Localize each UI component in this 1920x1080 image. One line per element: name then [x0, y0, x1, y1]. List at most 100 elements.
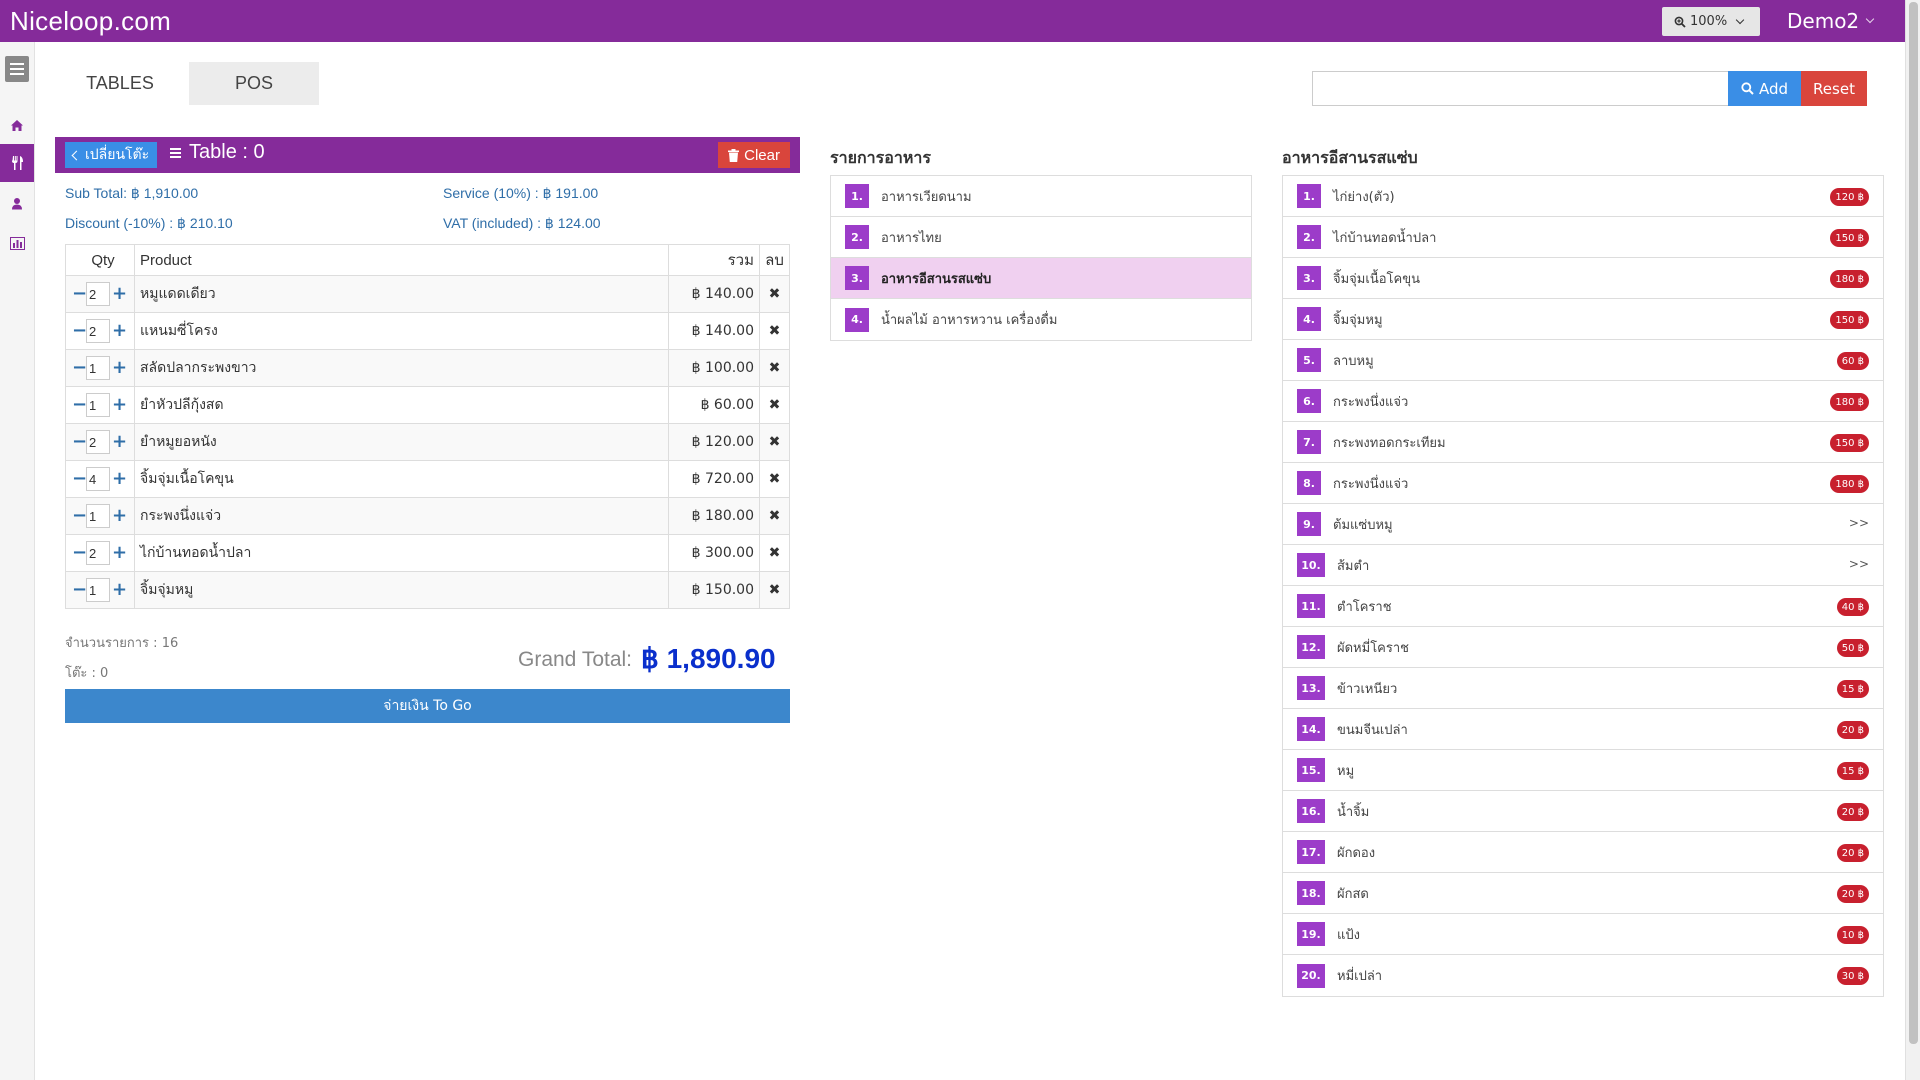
- menu-item-name: ส้มตำ: [1337, 558, 1370, 574]
- plus-icon[interactable]: +: [112, 359, 127, 377]
- remove-icon[interactable]: ✖: [759, 534, 790, 572]
- qty-input[interactable]: [86, 504, 110, 528]
- remove-icon[interactable]: ✖: [759, 571, 790, 609]
- item-number: 3.: [845, 266, 869, 290]
- category-item[interactable]: 2. อาหารไทย: [831, 217, 1251, 258]
- zoom-button[interactable]: 100%: [1662, 7, 1760, 36]
- item-number: 12.: [1297, 635, 1325, 659]
- remove-icon[interactable]: ✖: [759, 349, 790, 387]
- line-total: ฿ 100.00: [668, 349, 760, 387]
- plus-icon[interactable]: +: [112, 507, 127, 525]
- menu-item-name: จิ้มจุ่มเนื้อโคขุน: [1333, 271, 1420, 287]
- plus-icon[interactable]: +: [112, 433, 127, 451]
- sidebar-toggle-icon[interactable]: [5, 56, 29, 82]
- menu-item-name: กระพงนึ่งแจ่ว: [1333, 394, 1409, 410]
- subtotal: Sub Total: ฿ 1,910.00: [65, 185, 199, 201]
- table-row: −+จิ้มจุ่มหมู฿ 150.00✖: [65, 571, 790, 609]
- category-item[interactable]: 4. น้ำผลไม้ อาหารหวาน เครื่องดื่ม: [831, 299, 1251, 340]
- brand-logo[interactable]: Niceloop.com: [10, 6, 171, 37]
- clear-button[interactable]: Clear: [718, 142, 790, 168]
- change-table-button[interactable]: เปลี่ยนโต๊ะ: [65, 142, 158, 168]
- qty-input[interactable]: [86, 393, 110, 417]
- menu-item[interactable]: 6. กระพงนึ่งแจ่ว 180 ฿: [1283, 381, 1883, 422]
- table-row: −+ไก่บ้านทอดน้ำปลา฿ 300.00✖: [65, 534, 790, 572]
- restaurant-icon[interactable]: [0, 144, 34, 182]
- remove-icon[interactable]: ✖: [759, 312, 790, 350]
- menu-item[interactable]: 16. น้ำจิ้ม 20 ฿: [1283, 791, 1883, 832]
- menu-item[interactable]: 12. ผัดหมี่โคราช 50 ฿: [1283, 627, 1883, 668]
- submenu-arrow-icon: >>: [1848, 516, 1869, 530]
- minus-icon[interactable]: −: [72, 396, 87, 414]
- zoom-level: 100%: [1690, 14, 1728, 29]
- plus-icon[interactable]: +: [112, 581, 127, 599]
- menu-item-name: ไก่บ้านทอดน้ำปลา: [1333, 230, 1437, 246]
- home-icon[interactable]: [0, 106, 34, 144]
- user-icon[interactable]: [0, 184, 34, 222]
- category-item[interactable]: 1. อาหารเวียดนาม: [831, 176, 1251, 217]
- menu-item[interactable]: 9. ต้มแซ่บหมู >>: [1283, 504, 1883, 545]
- minus-icon[interactable]: −: [72, 544, 87, 562]
- menu-item[interactable]: 14. ขนมจีนเปล่า 20 ฿: [1283, 709, 1883, 750]
- qty-input[interactable]: [86, 282, 110, 306]
- page-scrollbar[interactable]: [1905, 0, 1920, 1080]
- price-badge: 180 ฿: [1830, 475, 1869, 493]
- minus-icon[interactable]: −: [72, 581, 87, 599]
- category-item[interactable]: 3. อาหารอีสานรสแซ่บ: [831, 258, 1251, 299]
- discount: Discount (-10%) : ฿ 210.10: [65, 215, 233, 231]
- remove-icon[interactable]: ✖: [759, 497, 790, 535]
- user-menu[interactable]: Demo2: [1787, 9, 1875, 33]
- menu-item[interactable]: 7. กระพงทอดกระเทียม 150 ฿: [1283, 422, 1883, 463]
- menu-item[interactable]: 5. ลาบหมู 60 ฿: [1283, 340, 1883, 381]
- menu-item[interactable]: 20. หมี่เปล่า 30 ฿: [1283, 955, 1883, 996]
- minus-icon[interactable]: −: [72, 470, 87, 488]
- plus-icon[interactable]: +: [112, 470, 127, 488]
- search-input[interactable]: [1312, 71, 1729, 106]
- menu-item[interactable]: 19. แป้ง 10 ฿: [1283, 914, 1883, 955]
- plus-icon[interactable]: +: [112, 544, 127, 562]
- plus-icon[interactable]: +: [112, 285, 127, 303]
- remove-icon[interactable]: ✖: [759, 423, 790, 461]
- scrollbar-thumb[interactable]: [1909, 2, 1918, 1044]
- remove-icon[interactable]: ✖: [759, 460, 790, 498]
- minus-icon[interactable]: −: [72, 359, 87, 377]
- tab-tables[interactable]: TABLES: [70, 62, 170, 105]
- qty-input[interactable]: [86, 578, 110, 602]
- minus-icon[interactable]: −: [72, 322, 87, 340]
- menu-item[interactable]: 3. จิ้มจุ่มเนื้อโคขุน 180 ฿: [1283, 258, 1883, 299]
- add-button[interactable]: Add: [1728, 71, 1801, 106]
- remove-icon[interactable]: ✖: [759, 386, 790, 424]
- menu-item[interactable]: 10. ส้มตำ >>: [1283, 545, 1883, 586]
- menu-item[interactable]: 1. ไก่ย่าง(ตัว) 120 ฿: [1283, 176, 1883, 217]
- minus-icon[interactable]: −: [72, 285, 87, 303]
- pay-to-go-button[interactable]: จ่ายเงิน To Go: [65, 689, 790, 723]
- menu-item[interactable]: 17. ผักดอง 20 ฿: [1283, 832, 1883, 873]
- menu-item[interactable]: 8. กระพงนึ่งแจ่ว 180 ฿: [1283, 463, 1883, 504]
- vat: VAT (included) : ฿ 124.00: [443, 215, 601, 231]
- reset-button[interactable]: Reset: [1801, 71, 1867, 106]
- menu-item[interactable]: 15. หมู 15 ฿: [1283, 750, 1883, 791]
- menu-item[interactable]: 18. ผักสด 20 ฿: [1283, 873, 1883, 914]
- tab-pos[interactable]: POS: [189, 62, 319, 105]
- remove-icon[interactable]: ✖: [759, 275, 790, 313]
- report-chart-icon[interactable]: [0, 224, 34, 262]
- menu-item[interactable]: 2. ไก่บ้านทอดน้ำปลา 150 ฿: [1283, 217, 1883, 258]
- product-name: แหนมซี่โครง: [134, 312, 669, 350]
- minus-icon[interactable]: −: [72, 507, 87, 525]
- submenu-arrow-icon: >>: [1848, 557, 1869, 571]
- menu-item-name: ต้มแซ่บหมู: [1333, 517, 1393, 533]
- qty-input[interactable]: [86, 467, 110, 491]
- qty-input[interactable]: [86, 356, 110, 380]
- qty-input[interactable]: [86, 430, 110, 454]
- minus-icon[interactable]: −: [72, 433, 87, 451]
- plus-icon[interactable]: +: [112, 322, 127, 340]
- product-name: กระพงนึ่งแจ่ว: [134, 497, 669, 535]
- qty-input[interactable]: [86, 319, 110, 343]
- menu-item[interactable]: 11. ตำโคราช 40 ฿: [1283, 586, 1883, 627]
- qty-cell: −+: [65, 275, 135, 313]
- price-badge: 150 ฿: [1830, 311, 1869, 329]
- menu-item[interactable]: 4. จิ้มจุ่มหมู 150 ฿: [1283, 299, 1883, 340]
- plus-icon[interactable]: +: [112, 396, 127, 414]
- menu-item[interactable]: 13. ข้าวเหนียว 15 ฿: [1283, 668, 1883, 709]
- price-badge: 60 ฿: [1836, 352, 1869, 370]
- qty-input[interactable]: [86, 541, 110, 565]
